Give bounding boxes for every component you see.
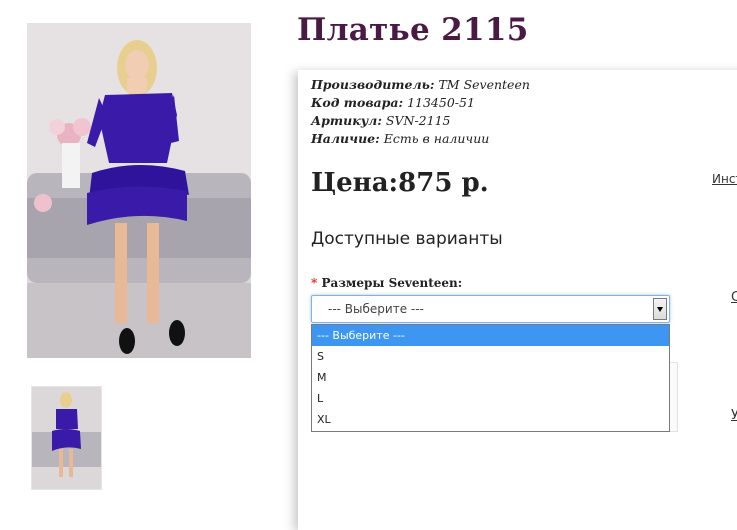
product-code-label: Код товара: bbox=[311, 95, 404, 110]
size-label-text: Размеры Seventeen: bbox=[321, 276, 463, 290]
size-dropdown-list[interactable]: --- Выберите --- S M L XL bbox=[311, 324, 670, 432]
availability-row: Наличие: Есть в наличии bbox=[311, 130, 530, 148]
thumbnail-illustration bbox=[32, 387, 101, 489]
sku-value: SVN-2115 bbox=[385, 113, 451, 128]
size-select[interactable]: --- Выберите --- bbox=[311, 295, 670, 323]
chevron-down-icon[interactable] bbox=[653, 298, 667, 320]
clipped-link-2[interactable]: У bbox=[731, 408, 737, 423]
size-select-value: --- Выберите --- bbox=[328, 302, 424, 316]
product-main-image[interactable] bbox=[27, 23, 251, 358]
clipped-link-1[interactable]: С bbox=[731, 290, 737, 305]
manufacturer-value[interactable]: TM Seventeen bbox=[438, 77, 529, 92]
dress-photo-illustration bbox=[27, 23, 251, 358]
size-option-s[interactable]: S bbox=[312, 346, 669, 367]
required-mark: * bbox=[311, 276, 318, 290]
product-thumbnail[interactable] bbox=[31, 386, 102, 490]
product-title: Платье 2115 bbox=[297, 12, 529, 48]
availability-value: Есть в наличии bbox=[383, 131, 490, 146]
size-option-m[interactable]: M bbox=[312, 367, 669, 388]
size-label: * Размеры Seventeen: bbox=[311, 276, 462, 290]
size-option-placeholder[interactable]: --- Выберите --- bbox=[312, 325, 669, 346]
instructions-link[interactable]: Инст bbox=[712, 172, 737, 186]
sku-label: Артикул: bbox=[311, 113, 382, 128]
product-code-row: Код товара: 113450-51 bbox=[311, 94, 530, 112]
size-option-l[interactable]: L bbox=[312, 388, 669, 409]
sku-row: Артикул: SVN-2115 bbox=[311, 112, 530, 130]
product-price: Цена:875 р. bbox=[311, 168, 489, 198]
product-info: Производитель: TM Seventeen Код товара: … bbox=[311, 76, 530, 148]
variants-heading: Доступные варианты bbox=[311, 229, 503, 249]
manufacturer-row: Производитель: TM Seventeen bbox=[311, 76, 530, 94]
manufacturer-label: Производитель: bbox=[311, 77, 435, 92]
size-option-xl[interactable]: XL bbox=[312, 409, 669, 430]
product-code-value: 113450-51 bbox=[407, 95, 475, 110]
availability-label: Наличие: bbox=[311, 131, 380, 146]
